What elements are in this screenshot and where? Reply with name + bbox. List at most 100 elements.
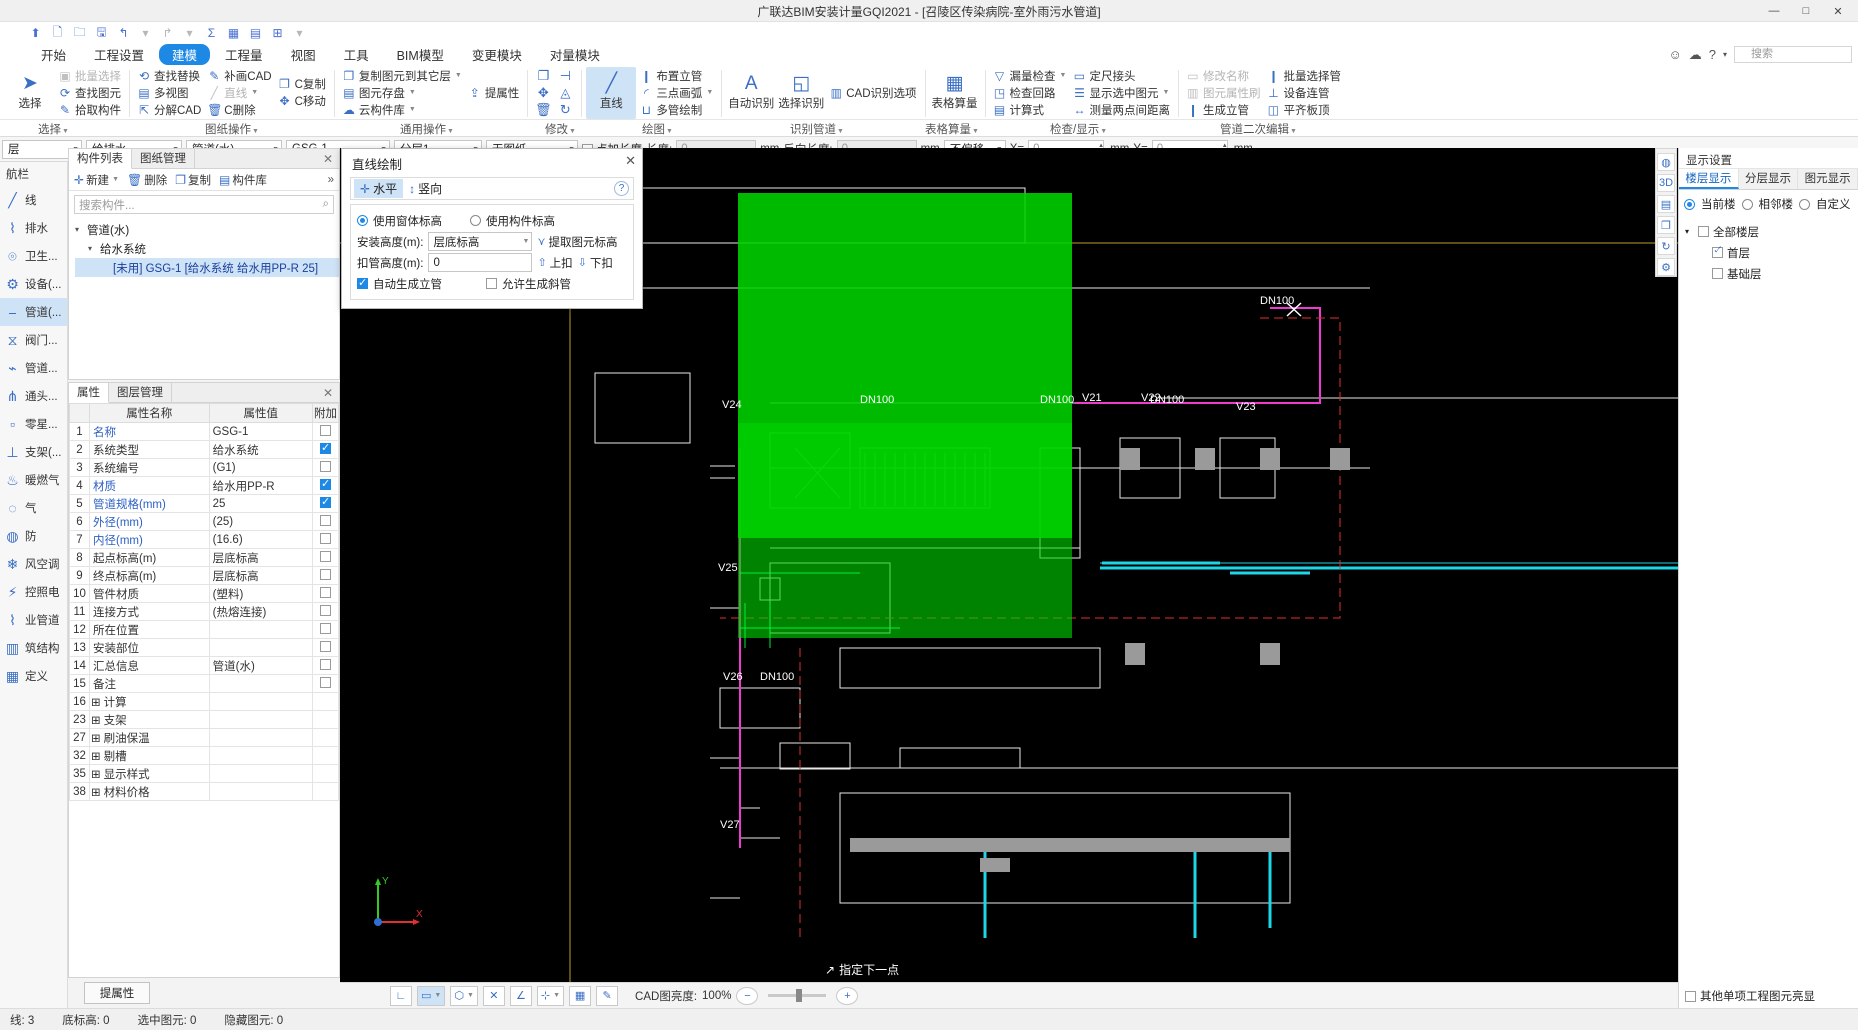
ortho-icon[interactable]: ∟ <box>390 985 412 1006</box>
attach-checkbox[interactable] <box>320 640 331 652</box>
ribbon-item-多视图[interactable]: ▤ 多视图 <box>134 85 204 101</box>
ribbon-item-云构件库[interactable]: ☁ 云构件库 ▼ <box>339 102 465 118</box>
table-row[interactable]: 15 备注 <box>69 674 339 693</box>
ribbon-item-设备连管[interactable]: ⊥ 设备连管 <box>1263 85 1344 101</box>
cursor-icon[interactable]: ➤ 选择 <box>5 67 55 119</box>
attach-checkbox[interactable] <box>320 514 331 526</box>
custom-floor-radio[interactable] <box>1799 198 1810 210</box>
floor-checkbox[interactable]: ✓ <box>1712 243 1723 258</box>
table-row[interactable]: 16 ⊞ 计算 <box>69 692 339 711</box>
redo-icon[interactable]: ↱ <box>158 24 177 42</box>
zoom-in-button[interactable]: + <box>836 986 859 1005</box>
zoom-slider[interactable] <box>768 989 827 1002</box>
row-property-value[interactable] <box>208 710 314 729</box>
ribbon-item-查找替换[interactable]: ⟲ 查找替换 <box>134 68 204 84</box>
layers-icon[interactable]: ▤ <box>1657 195 1675 213</box>
highlight-checkbox[interactable] <box>1685 990 1696 1002</box>
table-row[interactable]: 14 汇总信息 管道(水) <box>69 656 339 675</box>
expand-icon[interactable]: ⊞ <box>91 715 101 727</box>
floor-tree-node-1[interactable]: ✓ 首层 <box>1685 242 1852 263</box>
row-attach-cell[interactable] <box>312 692 339 711</box>
sidebar-item-15[interactable]: ⌇ 业管道 <box>0 606 67 634</box>
row-attach-cell[interactable] <box>312 602 339 621</box>
3d-icon[interactable]: 3D <box>1657 174 1675 192</box>
table-row[interactable]: 32 ⊞ 剔槽 <box>69 746 339 765</box>
row-attach-cell[interactable] <box>312 530 339 549</box>
ribbon-item-漏量检查[interactable]: ▽ 漏量检查 ▼ <box>990 68 1070 84</box>
ribbon-item-分解CAD[interactable]: ⇱ 分解CAD <box>134 102 204 118</box>
floor-checkbox[interactable] <box>1698 226 1709 237</box>
table-row[interactable]: 10 管件材质 (塑料) <box>69 584 339 603</box>
component-toolbar-0[interactable]: ✛ 新建 ▼ <box>74 172 119 188</box>
attach-checkbox[interactable] <box>320 424 331 436</box>
sidebar-item-6[interactable]: ⌁ 管道... <box>0 354 67 382</box>
attach-checkbox[interactable] <box>320 477 331 490</box>
zoom-slider-thumb[interactable] <box>796 989 803 1002</box>
row-property-value[interactable]: GSG-1 <box>208 422 314 441</box>
maximize-button[interactable]: □ <box>1790 1 1822 21</box>
table-icon[interactable]: ▦ <box>224 24 243 42</box>
grid-icon[interactable]: ▦ <box>569 985 592 1006</box>
sidebar-item-4[interactable]: ⎯ 管道(... <box>0 298 67 326</box>
install-height-combo[interactable]: 层底标高 ▼ <box>428 232 533 251</box>
row-attach-cell[interactable] <box>312 728 339 747</box>
ribbon-item-三点画弧[interactable]: ◜ 三点画弧 ▼ <box>636 85 716 101</box>
sidebar-item-3[interactable]: ⚙ 设备(... <box>0 270 67 298</box>
sidebar-item-5[interactable]: ⧖ 阀门... <box>0 326 67 354</box>
floor-tree-node-2[interactable]: 基础层 <box>1685 263 1852 284</box>
component-toolbar-2[interactable]: ❐ 复制 <box>175 172 211 188</box>
sidebar-item-2[interactable]: ⌾ 卫生... <box>0 242 67 270</box>
expand-icon[interactable]: ⊞ <box>91 697 101 709</box>
save-cloud-icon[interactable]: ⬆ <box>26 24 45 42</box>
row-property-value[interactable] <box>208 764 314 783</box>
expand-icon[interactable]: ⊞ <box>91 769 101 781</box>
rotate-icon[interactable]: ↻ <box>554 101 576 118</box>
ribbon-group-caption-6[interactable]: 表格算量▼ <box>925 121 979 137</box>
sidebar-item-9[interactable]: ⊥ 支架(... <box>0 438 67 466</box>
menu-tab-3[interactable]: 工程量 <box>212 44 276 65</box>
sidebar-item-11[interactable]: ◌ 气 <box>0 494 67 522</box>
attach-checkbox[interactable] <box>320 568 331 580</box>
ribbon-group-caption-7[interactable]: 检查/显示▼ <box>1050 121 1107 137</box>
expand-triangle-icon[interactable]: ▾ <box>1685 227 1694 236</box>
close-button[interactable]: ✕ <box>1822 1 1854 21</box>
ribbon-item-C复制[interactable]: ❐ C复制 <box>275 76 329 92</box>
table-row[interactable]: 8 起点标高(m) 层底标高 <box>69 548 339 567</box>
ribbon-group-caption-1[interactable]: 图纸操作▼ <box>205 121 259 137</box>
extract-properties-button[interactable]: 提属性 <box>84 982 150 1004</box>
tab-properties[interactable]: 属性 <box>69 383 109 403</box>
sidebar-item-7[interactable]: ⋔ 通头... <box>0 382 67 410</box>
attach-checkbox[interactable] <box>320 495 331 508</box>
row-property-value[interactable]: (塑料) <box>208 584 314 603</box>
ribbon-item-布置立管[interactable]: ❙ 布置立管 <box>636 68 716 84</box>
menu-tab-4[interactable]: 视图 <box>278 44 329 65</box>
sidebar-item-8[interactable]: ▫ 零星... <box>0 410 67 438</box>
expand-triangle-icon[interactable]: ▾ <box>88 244 97 253</box>
dialog-close-icon[interactable]: ✕ <box>625 153 636 169</box>
table-row[interactable]: 35 ⊞ 显示样式 <box>69 764 339 783</box>
horizontal-button[interactable]: ✛ 水平 <box>354 179 404 198</box>
redo-caret-icon[interactable]: ▾ <box>180 24 199 42</box>
table-calc-icon[interactable]: ▦ 表格算量 <box>930 67 980 119</box>
attach-checkbox[interactable] <box>320 532 331 544</box>
menu-tab-5[interactable]: 工具 <box>331 44 382 65</box>
overflow-icon[interactable]: » <box>328 174 334 186</box>
ribbon-item-图元存盘[interactable]: ▤ 图元存盘 ▼ <box>339 85 465 101</box>
ribbon-group-caption-8[interactable]: 管道二次编辑▼ <box>1220 121 1297 137</box>
expand-triangle-icon[interactable]: ▾ <box>75 225 84 234</box>
row-property-value[interactable] <box>208 728 314 747</box>
row-attach-cell[interactable] <box>312 710 339 729</box>
table-row[interactable]: 7 内径(mm) (16.6) <box>69 530 339 549</box>
save-icon[interactable]: 🖫 <box>92 24 111 42</box>
auto-recognize-icon[interactable]: A 自动识别 <box>726 67 776 119</box>
row-property-value[interactable] <box>208 746 314 765</box>
minimize-button[interactable]: — <box>1758 1 1790 21</box>
current-floor-radio[interactable] <box>1684 198 1695 210</box>
sidebar-item-14[interactable]: ⚡ 控照电 <box>0 578 67 606</box>
close-icon[interactable]: ✕ <box>317 149 339 168</box>
sum-icon[interactable]: Σ <box>202 24 221 42</box>
row-attach-cell[interactable] <box>312 476 339 495</box>
tab-component-list[interactable]: 构件列表 <box>69 149 132 169</box>
cube-icon[interactable]: ⬡ ▼ <box>450 985 478 1006</box>
tab-floor-display[interactable]: 楼层显示 <box>1679 169 1739 189</box>
